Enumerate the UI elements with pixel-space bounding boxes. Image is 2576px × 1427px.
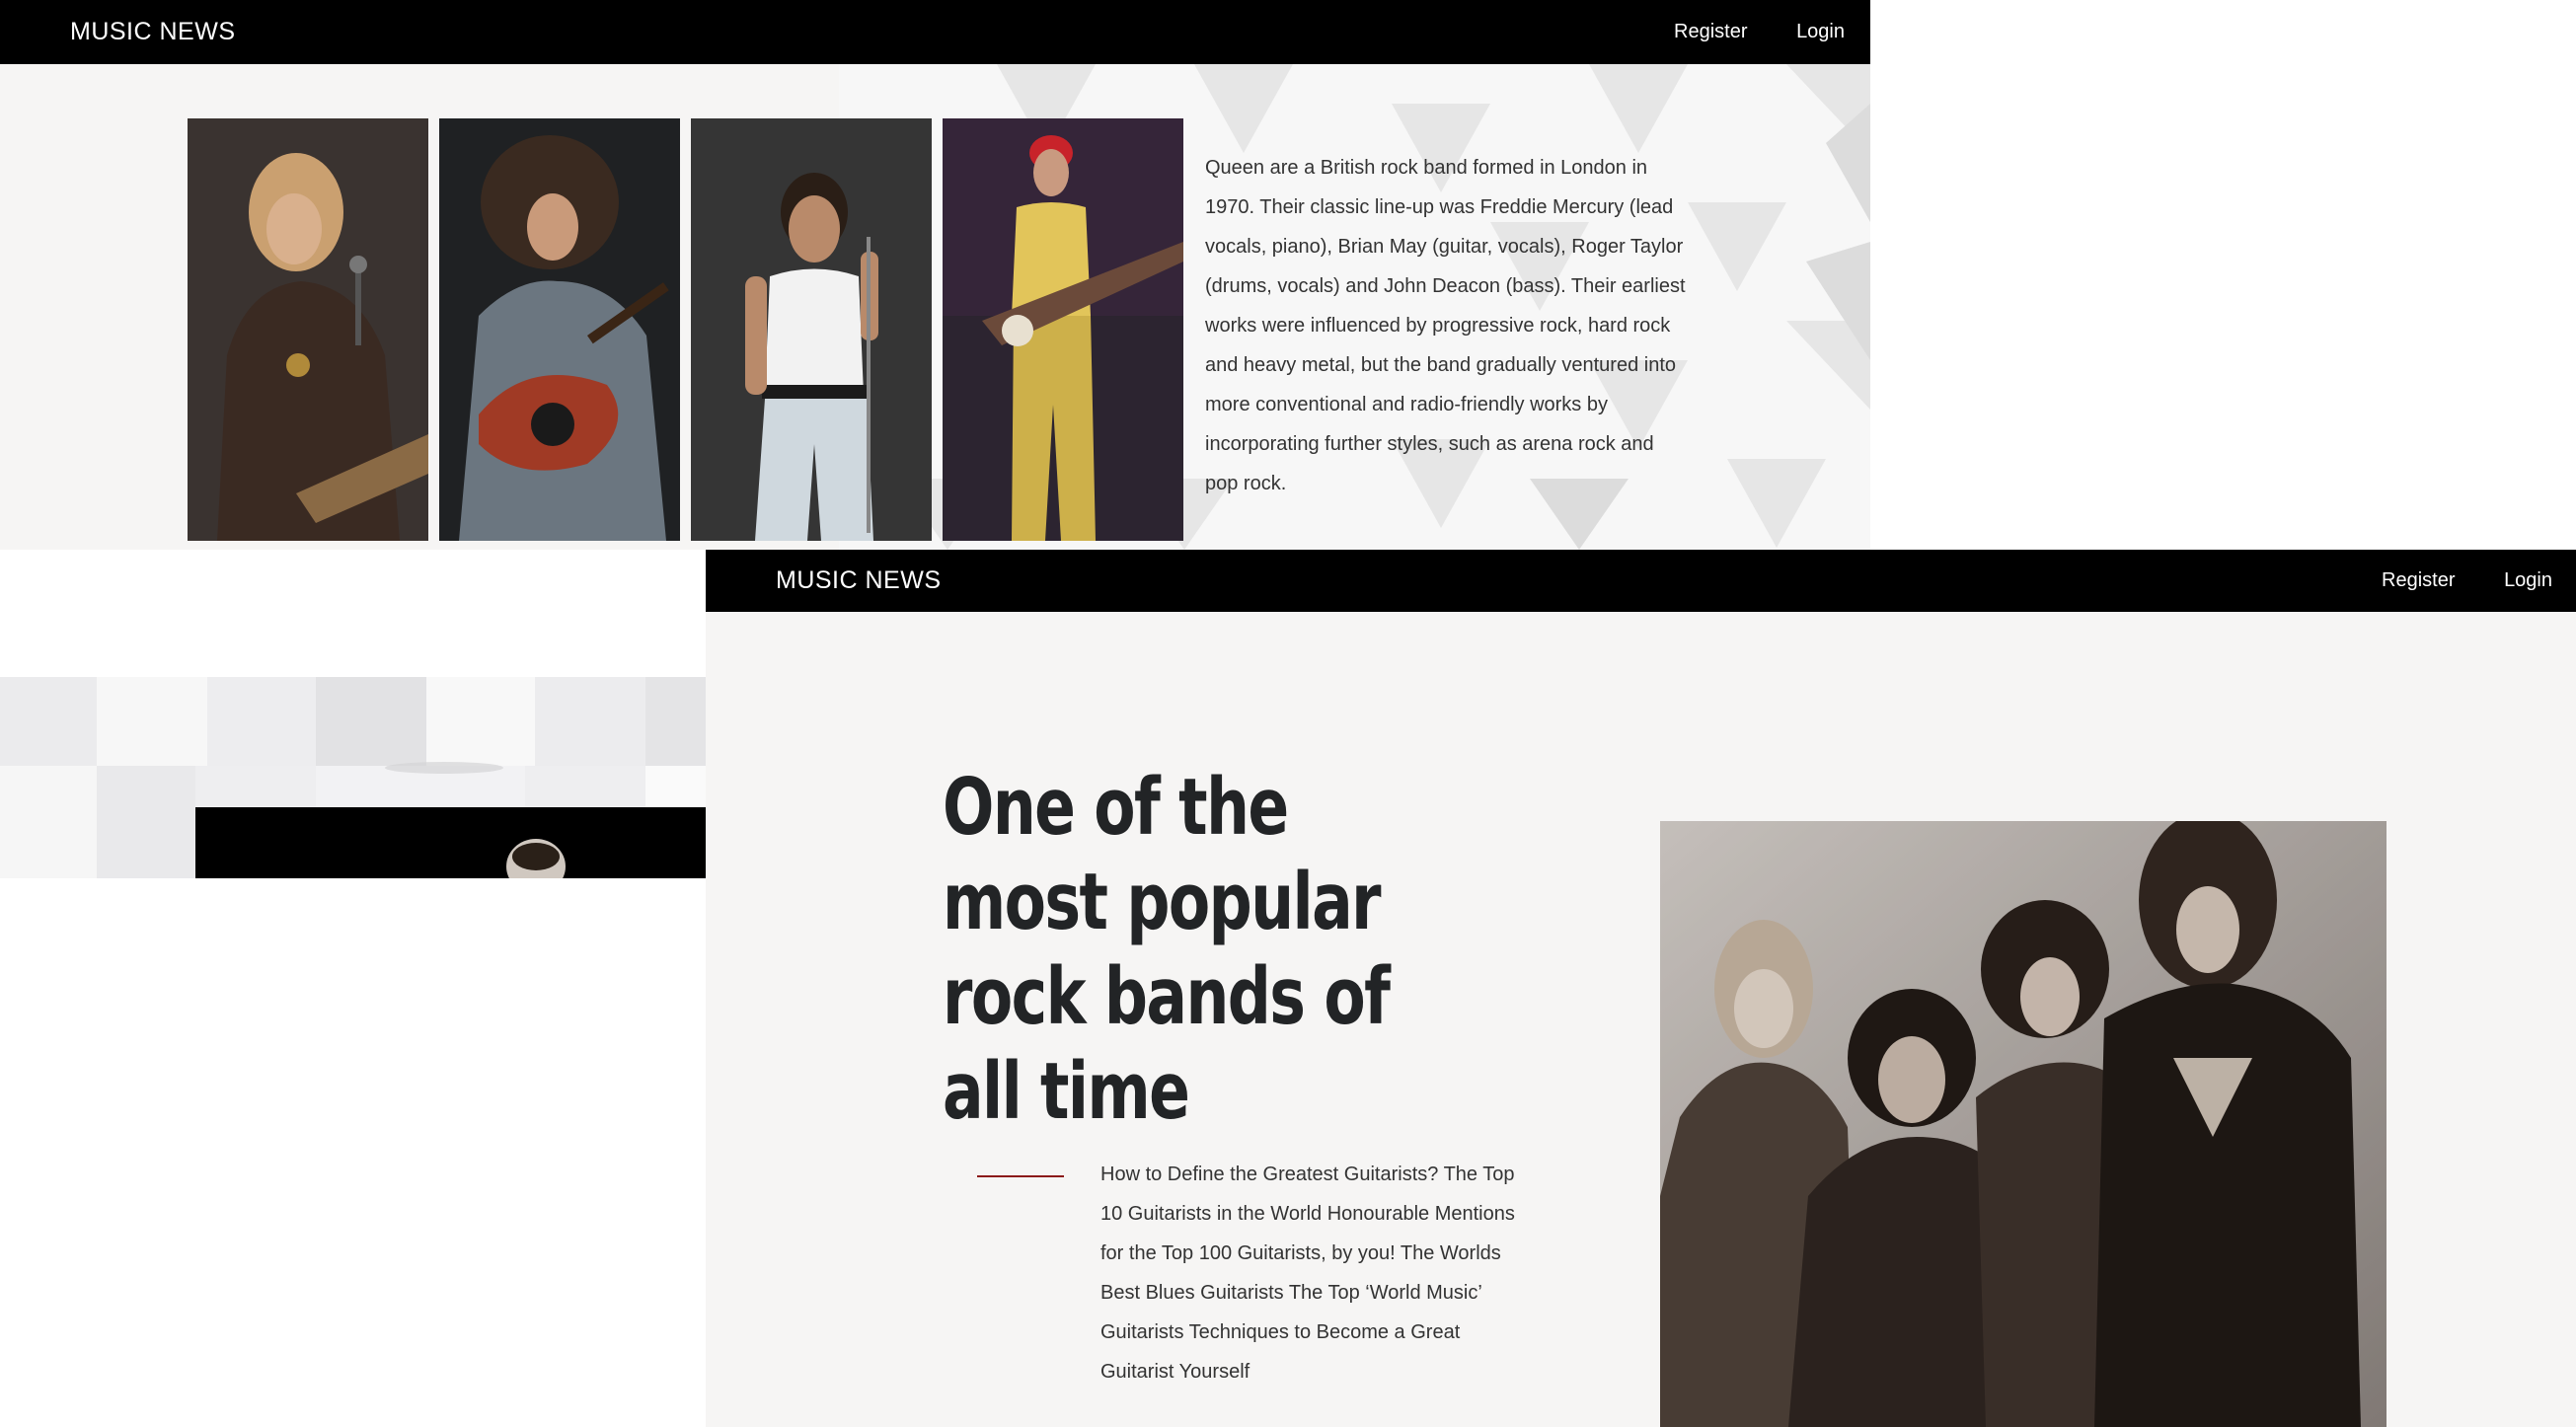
- login-link[interactable]: Login: [2504, 569, 2552, 591]
- brand-logo[interactable]: MUSIC NEWS: [776, 550, 942, 612]
- member-photo-brian-may: [439, 118, 680, 541]
- band-intro-text: Queen are a British rock band formed in …: [1205, 157, 1686, 494]
- login-link[interactable]: Login: [1796, 21, 1845, 42]
- brand-logo[interactable]: MUSIC NEWS: [70, 0, 236, 64]
- member-photo-john-deacon: [943, 118, 1183, 541]
- member-photo-roger-taylor: [188, 118, 428, 541]
- nav-links: Register Login: [2338, 550, 2552, 612]
- register-link[interactable]: Register: [1674, 21, 1747, 42]
- browser-window-top: MUSIC NEWS Register Login Queen are a Br…: [0, 0, 1870, 550]
- nav-links: Register Login: [1630, 0, 1845, 64]
- member-photo-freddie-mercury: [691, 118, 932, 541]
- guitarist-articles-text: How to Define the Greatest Guitarists? T…: [1100, 1164, 1515, 1383]
- top-navbar: MUSIC NEWS Register Login: [0, 0, 1870, 64]
- register-link[interactable]: Register: [2382, 569, 2455, 591]
- band-group-photo: [1660, 821, 2387, 1427]
- accent-divider: [977, 1175, 1064, 1177]
- browser-window-partial: [0, 677, 706, 878]
- top-navbar: MUSIC NEWS Register Login: [706, 550, 2576, 612]
- cropped-photo: [195, 807, 706, 878]
- browser-window-bottom: MUSIC NEWS Register Login One of the mos…: [706, 550, 2576, 1427]
- hero-headline: One of the most popular rock bands of al…: [943, 762, 1391, 1137]
